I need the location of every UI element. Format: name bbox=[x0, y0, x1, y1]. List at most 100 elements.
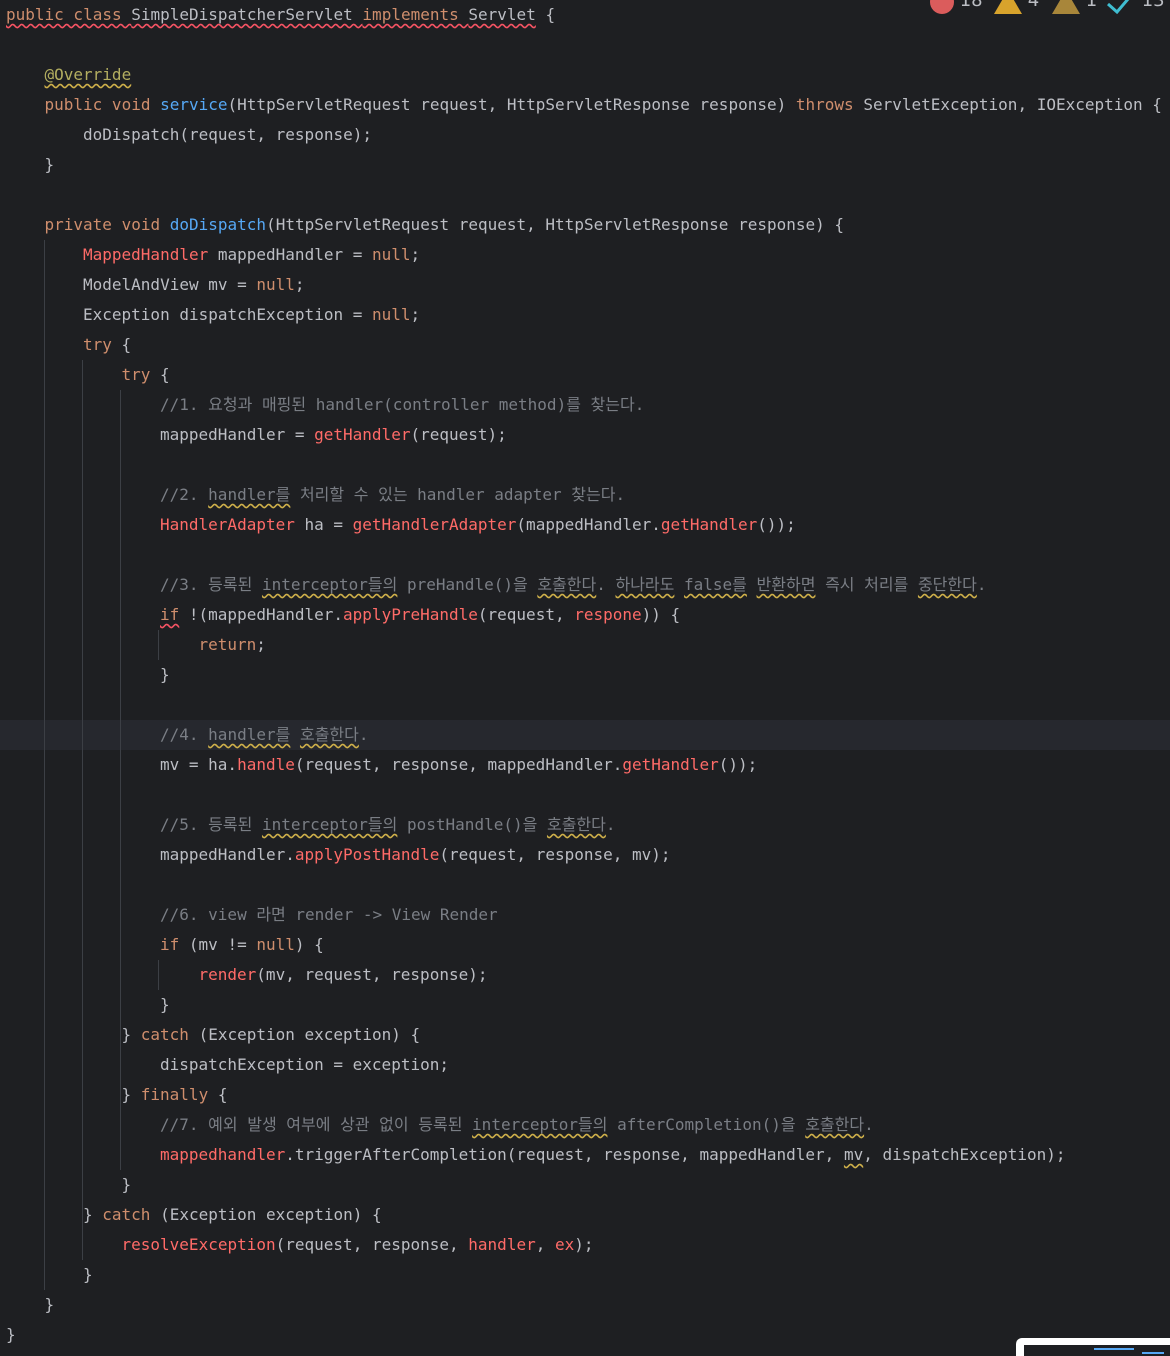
code-line[interactable]: } bbox=[0, 660, 1170, 690]
code-text: Exception dispatchException = null; bbox=[83, 300, 420, 330]
code-line[interactable]: } bbox=[0, 150, 1170, 180]
code-text: } bbox=[45, 150, 55, 180]
code-token: MappedHandler bbox=[83, 245, 209, 264]
code-line[interactable]: //4. handler를 호출한다. bbox=[0, 720, 1170, 750]
code-token: null bbox=[256, 275, 295, 294]
code-line[interactable]: if !(mappedHandler.applyPreHandle(reques… bbox=[0, 600, 1170, 630]
code-line[interactable]: mappedhandler.triggerAfterCompletion(req… bbox=[0, 1140, 1170, 1170]
inspection-widget[interactable]: 18 4 1 13 bbox=[910, 0, 1170, 14]
warning-icon bbox=[994, 0, 1022, 14]
code-text: @Override bbox=[45, 60, 132, 90]
code-token: dispatchException = exception; bbox=[160, 1055, 449, 1074]
code-line[interactable]: //6. view 라면 render -> View Render bbox=[0, 900, 1170, 930]
code-line[interactable]: //1. 요청과 매핑된 handler(controller method)를… bbox=[0, 390, 1170, 420]
code-line[interactable] bbox=[0, 450, 1170, 480]
error-count[interactable]: 18 bbox=[930, 0, 983, 14]
error-count-label: 18 bbox=[959, 0, 983, 11]
code-line[interactable]: mappedHandler.applyPostHandle(request, r… bbox=[0, 840, 1170, 870]
code-line[interactable]: } bbox=[0, 1170, 1170, 1200]
code-line[interactable]: doDispatch(request, response); bbox=[0, 120, 1170, 150]
code-line[interactable] bbox=[0, 870, 1170, 900]
code-token: doDispatch(request, response); bbox=[83, 125, 372, 144]
code-line[interactable] bbox=[0, 780, 1170, 810]
code-line[interactable]: mv = ha.handle(request, response, mapped… bbox=[0, 750, 1170, 780]
code-token: (Exception exception) { bbox=[160, 1205, 382, 1224]
code-line[interactable]: //7. 예외 발생 여부에 상관 없이 등록된 interceptor들의 a… bbox=[0, 1110, 1170, 1140]
code-token: interceptor들의 bbox=[261, 815, 398, 834]
code-token: } bbox=[83, 1265, 93, 1284]
code-line[interactable]: public void service(HttpServletRequest r… bbox=[0, 90, 1170, 120]
code-token: throws bbox=[795, 95, 864, 114]
code-token: 중단한다 bbox=[917, 575, 977, 594]
code-token: . bbox=[864, 1115, 874, 1134]
code-token: mappedHandler. bbox=[160, 845, 295, 864]
code-token: ; bbox=[410, 245, 421, 264]
code-line[interactable]: try { bbox=[0, 360, 1170, 390]
code-line[interactable] bbox=[0, 690, 1170, 720]
code-token: .triggerAfterCompletion(request, respons… bbox=[285, 1145, 844, 1164]
code-line[interactable]: } bbox=[0, 1260, 1170, 1290]
code-text: if (mv != null) { bbox=[160, 930, 324, 960]
code-token: render bbox=[198, 965, 257, 984]
code-token: getHandler bbox=[314, 425, 411, 444]
code-line[interactable]: } bbox=[0, 1290, 1170, 1320]
code-line[interactable]: private void doDispatch(HttpServletReque… bbox=[0, 210, 1170, 240]
code-text: dispatchException = exception; bbox=[160, 1050, 449, 1080]
code-text: public void service(HttpServletRequest r… bbox=[45, 90, 1162, 120]
code-line[interactable]: Exception dispatchException = null; bbox=[0, 300, 1170, 330]
weak-warning-icon bbox=[1052, 0, 1080, 14]
indent-guide bbox=[44, 240, 45, 1290]
code-line[interactable]: //3. 등록된 interceptor들의 preHandle()을 호출한다… bbox=[0, 570, 1170, 600]
code-token: !(mappedHandler. bbox=[179, 605, 344, 624]
code-token: ha = bbox=[294, 515, 353, 534]
code-token: afterCompletion()을 bbox=[607, 1115, 806, 1134]
code-token: } bbox=[160, 995, 170, 1014]
code-text: } catch (Exception exception) { bbox=[122, 1020, 421, 1050]
weak-warning-count[interactable]: 1 bbox=[1052, 0, 1098, 14]
typo-count[interactable]: 13 bbox=[1106, 0, 1165, 14]
code-line[interactable]: dispatchException = exception; bbox=[0, 1050, 1170, 1080]
code-text: mappedHandler = getHandler(request); bbox=[160, 420, 507, 450]
code-token: if bbox=[160, 605, 180, 624]
weak-warning-count-label: 1 bbox=[1085, 0, 1098, 11]
code-token: interceptor들의 bbox=[472, 1115, 608, 1134]
code-token: 처리할 수 있는 handler adapter 찾는다. bbox=[290, 485, 626, 504]
code-token: Servlet bbox=[468, 5, 536, 24]
code-line[interactable]: } finally { bbox=[0, 1080, 1170, 1110]
code-token: 호출한다 bbox=[546, 815, 606, 834]
code-token: ; bbox=[256, 635, 266, 654]
code-text: //6. view 라면 render -> View Render bbox=[160, 900, 498, 930]
code-line[interactable]: mappedHandler = getHandler(request); bbox=[0, 420, 1170, 450]
code-token: catch bbox=[102, 1205, 161, 1224]
code-token: ; bbox=[294, 275, 305, 294]
code-line[interactable]: try { bbox=[0, 330, 1170, 360]
code-line[interactable]: //5. 등록된 interceptor들의 postHandle()을 호출한… bbox=[0, 810, 1170, 840]
code-token: public void bbox=[44, 95, 161, 114]
code-text: doDispatch(request, response); bbox=[83, 120, 372, 150]
code-line[interactable] bbox=[0, 540, 1170, 570]
code-token: service bbox=[160, 95, 228, 114]
code-line[interactable]: render(mv, request, response); bbox=[0, 960, 1170, 990]
code-line[interactable]: } bbox=[0, 1320, 1170, 1350]
code-token: resolveException bbox=[121, 1235, 276, 1254]
code-token: false를 bbox=[684, 575, 747, 594]
code-line[interactable]: } catch (Exception exception) { bbox=[0, 1200, 1170, 1230]
code-line[interactable]: return; bbox=[0, 630, 1170, 660]
code-editor[interactable]: public class SimpleDispatcherServlet imp… bbox=[0, 0, 1170, 1356]
code-line[interactable]: HandlerAdapter ha = getHandlerAdapter(ma… bbox=[0, 510, 1170, 540]
code-token: (request, bbox=[477, 605, 575, 624]
code-line[interactable] bbox=[0, 30, 1170, 60]
warning-count[interactable]: 4 bbox=[994, 0, 1039, 14]
code-line[interactable]: } catch (Exception exception) { bbox=[0, 1020, 1170, 1050]
code-line[interactable]: } bbox=[0, 990, 1170, 1020]
code-line[interactable]: ModelAndView mv = null; bbox=[0, 270, 1170, 300]
code-text: try { bbox=[122, 360, 170, 390]
code-line[interactable] bbox=[0, 180, 1170, 210]
code-line[interactable]: if (mv != null) { bbox=[0, 930, 1170, 960]
code-line[interactable]: //2. handler를 처리할 수 있는 handler adapter 찾… bbox=[0, 480, 1170, 510]
code-line[interactable]: MappedHandler mappedHandler = null; bbox=[0, 240, 1170, 270]
code-token: return bbox=[198, 635, 257, 654]
code-line[interactable]: resolveException(request, response, hand… bbox=[0, 1230, 1170, 1260]
code-line[interactable]: @Override bbox=[0, 60, 1170, 90]
